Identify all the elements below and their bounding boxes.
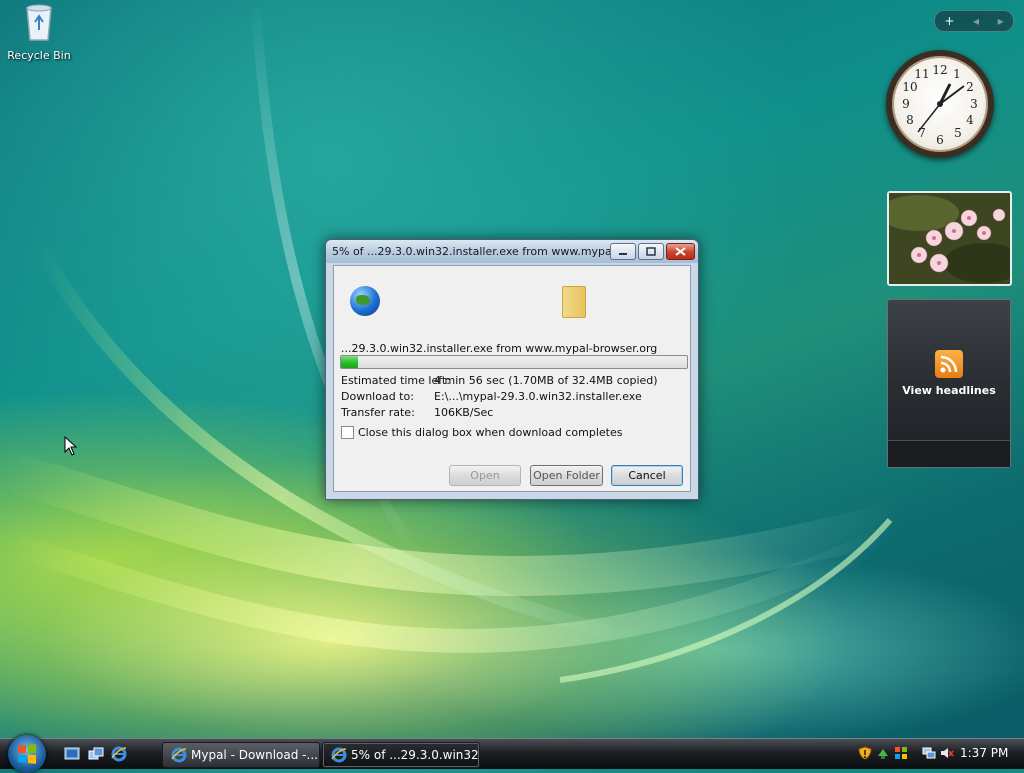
close-when-done-option[interactable]: Close this dialog box when download comp…: [341, 426, 622, 439]
maximize-button[interactable]: [638, 243, 664, 260]
time-left-row: Estimated time left: 4 min 56 sec (1.70M…: [341, 374, 658, 387]
dialog-title: 5% of ...29.3.0.win32.installer.exe from…: [332, 245, 623, 258]
transfer-rate-row: Transfer rate: 106KB/Sec: [341, 406, 493, 419]
svg-text:3: 3: [970, 97, 978, 111]
recycle-bin-icon: [26, 4, 52, 41]
feeds-gadget-footer: [888, 440, 1010, 467]
flower-photo: [889, 193, 1010, 284]
volume-muted-icon[interactable]: [940, 746, 954, 760]
security-shield-icon[interactable]: [858, 746, 872, 760]
dialog-titlebar[interactable]: 5% of ...29.3.0.win32.installer.exe from…: [326, 240, 698, 263]
close-when-done-checkbox[interactable]: [341, 426, 354, 439]
clock-gadget[interactable]: 12 1 2 345 678 9 10 11: [886, 50, 994, 158]
start-button[interactable]: [8, 735, 46, 773]
download-dialog: 5% of ...29.3.0.win32.installer.exe from…: [325, 239, 699, 500]
minimize-button[interactable]: [610, 243, 636, 260]
svg-text:2: 2: [966, 80, 974, 94]
clock-face-icon: 12 12 345 678 91011: [902, 63, 978, 147]
slideshow-gadget[interactable]: [887, 191, 1012, 286]
switch-windows-icon[interactable]: [88, 746, 104, 762]
browser-icon: [171, 747, 187, 763]
svg-text:4: 4: [966, 113, 974, 127]
close-when-done-label[interactable]: Close this dialog box when download comp…: [358, 426, 622, 439]
prev-gadget-button[interactable]: ◂: [973, 14, 979, 28]
transfer-rate-value: 106KB/Sec: [434, 406, 494, 419]
taskbar-item-label: Mypal - Download -...: [191, 748, 318, 762]
close-icon: [675, 247, 686, 256]
svg-text:12: 12: [932, 63, 947, 77]
dialog-body: ...29.3.0.win32.installer.exe from www.m…: [333, 265, 691, 492]
svg-text:10: 10: [902, 80, 917, 94]
view-headlines-label[interactable]: View headlines: [888, 384, 1010, 397]
open-button[interactable]: Open: [449, 465, 521, 486]
feed-headlines-gadget[interactable]: View headlines: [887, 299, 1011, 468]
windows-update-icon[interactable]: [894, 746, 908, 760]
svg-text:8: 8: [906, 113, 914, 127]
time-left-value: 4 min 56 sec (1.70MB of 32.4MB copied): [434, 374, 658, 387]
maximize-icon: [646, 247, 656, 256]
rss-feed-icon: [935, 350, 963, 378]
svg-text:6: 6: [936, 133, 944, 147]
globe-icon: [350, 286, 380, 316]
show-desktop-icon[interactable]: [64, 746, 80, 762]
cancel-button[interactable]: Cancel: [611, 465, 683, 486]
mouse-cursor-icon: [64, 436, 78, 456]
recycle-bin-label: Recycle Bin: [7, 49, 71, 62]
minimize-icon: [619, 253, 627, 255]
network-icon[interactable]: [922, 746, 936, 760]
svg-text:9: 9: [902, 97, 910, 111]
next-gadget-button[interactable]: ▸: [998, 14, 1004, 28]
taskbar-clock[interactable]: 1:37 PM: [960, 746, 1008, 760]
transfer-rate-label: Transfer rate:: [341, 406, 415, 419]
taskbar-item-mypal-download[interactable]: Mypal - Download -...: [162, 742, 320, 768]
open-folder-button[interactable]: Open Folder: [530, 465, 603, 486]
windows-logo-icon: [18, 744, 36, 764]
browser-icon: [331, 747, 347, 763]
sidebar-controls: + ◂ ▸: [934, 10, 1014, 32]
recycle-bin-shortcut[interactable]: Recycle Bin: [6, 2, 72, 62]
svg-text:11: 11: [914, 67, 929, 81]
file-source-text: ...29.3.0.win32.installer.exe from www.m…: [341, 342, 658, 355]
safely-remove-hardware-icon[interactable]: [876, 746, 890, 760]
svg-text:1: 1: [953, 67, 961, 81]
taskbar-item-download-progress[interactable]: 5% of ...29.3.0.win32...: [322, 742, 480, 768]
download-to-value: E:\...\mypal-29.3.0.win32.installer.exe: [434, 390, 642, 403]
folder-icon: [562, 286, 586, 318]
svg-text:5: 5: [954, 126, 962, 140]
download-to-label: Download to:: [341, 390, 414, 403]
taskbar-item-label: 5% of ...29.3.0.win32...: [351, 748, 480, 762]
add-gadget-button[interactable]: +: [944, 14, 954, 28]
download-progress-fill: [341, 356, 359, 368]
taskbar: Mypal - Download -... 5% of ...29.3.0.wi…: [0, 735, 1024, 773]
internet-explorer-icon[interactable]: [111, 746, 127, 762]
close-button[interactable]: [666, 243, 695, 260]
download-to-row: Download to: E:\...\mypal-29.3.0.win32.i…: [341, 390, 642, 403]
download-progress-bar: [340, 355, 688, 369]
